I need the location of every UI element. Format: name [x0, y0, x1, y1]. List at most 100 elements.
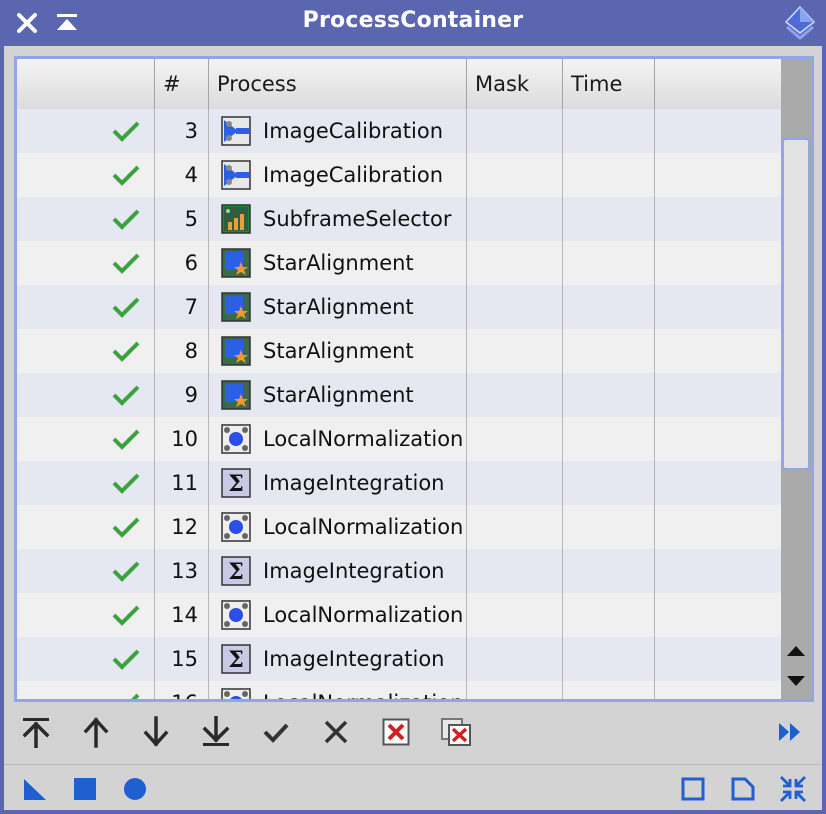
- index-cell: 5: [155, 197, 209, 241]
- time-cell: [563, 637, 655, 681]
- table-row[interactable]: 11 Σ ImageIntegration: [17, 461, 781, 505]
- window-menu-button[interactable]: [782, 4, 818, 44]
- table-row[interactable]: 16 LocalNormalization: [17, 681, 781, 699]
- browse-documentation-button[interactable]: [676, 773, 710, 805]
- process-cell[interactable]: ImageCalibration: [209, 153, 467, 197]
- image-integration-icon: Σ: [221, 644, 251, 674]
- enabled-cell[interactable]: [17, 329, 155, 373]
- subframe-selector-icon: [221, 204, 251, 234]
- column-header-enabled[interactable]: [17, 59, 155, 109]
- process-cell[interactable]: LocalNormalization: [209, 681, 467, 699]
- table-row[interactable]: 12 LocalNormalization: [17, 505, 781, 549]
- check-icon: [112, 209, 140, 230]
- index-cell: 3: [155, 109, 209, 153]
- delete-all-icon: [441, 718, 471, 746]
- enabled-cell[interactable]: [17, 681, 155, 699]
- process-table[interactable]: # Process Mask Time 3 ImageCalibration 4 Im…: [14, 56, 814, 702]
- disable-button[interactable]: [316, 714, 356, 750]
- svg-text:Σ: Σ: [228, 471, 244, 497]
- process-name: ImageIntegration: [263, 559, 445, 583]
- process-name: StarAlignment: [263, 383, 414, 407]
- enabled-cell[interactable]: [17, 549, 155, 593]
- apply-button[interactable]: [118, 773, 152, 805]
- table-row[interactable]: 6 StarAlignment: [17, 241, 781, 285]
- enabled-cell[interactable]: [17, 461, 155, 505]
- reset-icon: [731, 777, 755, 801]
- mask-cell: [467, 637, 563, 681]
- index-cell: 4: [155, 153, 209, 197]
- index-cell: 9: [155, 373, 209, 417]
- process-cell[interactable]: StarAlignment: [209, 241, 467, 285]
- process-cell[interactable]: LocalNormalization: [209, 593, 467, 637]
- table-row[interactable]: 14 LocalNormalization: [17, 593, 781, 637]
- filler-cell: [655, 153, 781, 197]
- process-cell[interactable]: StarAlignment: [209, 285, 467, 329]
- process-name: LocalNormalization: [263, 515, 464, 539]
- filler-cell: [655, 549, 781, 593]
- local-normalization-icon: [221, 688, 251, 699]
- process-cell[interactable]: StarAlignment: [209, 329, 467, 373]
- fast-forward-button[interactable]: [770, 714, 810, 750]
- image-calibration-icon: [221, 160, 251, 190]
- time-cell: [563, 109, 655, 153]
- collapse-button[interactable]: [776, 773, 810, 805]
- process-cell[interactable]: StarAlignment: [209, 373, 467, 417]
- time-cell: [563, 461, 655, 505]
- enabled-cell[interactable]: [17, 241, 155, 285]
- table-row[interactable]: 7 StarAlignment: [17, 285, 781, 329]
- enabled-cell[interactable]: [17, 153, 155, 197]
- check-icon: [112, 253, 140, 274]
- time-cell: [563, 285, 655, 329]
- table-row[interactable]: 15 Σ ImageIntegration: [17, 637, 781, 681]
- mask-cell: [467, 109, 563, 153]
- enabled-cell[interactable]: [17, 285, 155, 329]
- delete-all-button[interactable]: [436, 714, 476, 750]
- column-header-index[interactable]: #: [155, 59, 209, 109]
- table-row[interactable]: 9 StarAlignment: [17, 373, 781, 417]
- scrollbar-thumb[interactable]: [782, 138, 810, 470]
- process-cell[interactable]: LocalNormalization: [209, 505, 467, 549]
- delete-selected-button[interactable]: [376, 714, 416, 750]
- star-alignment-icon: [221, 248, 251, 278]
- process-cell[interactable]: Σ ImageIntegration: [209, 549, 467, 593]
- vertical-scrollbar[interactable]: [781, 59, 811, 699]
- enabled-cell[interactable]: [17, 637, 155, 681]
- table-row[interactable]: 13 Σ ImageIntegration: [17, 549, 781, 593]
- process-cell[interactable]: ImageCalibration: [209, 109, 467, 153]
- process-name: SubframeSelector: [263, 207, 452, 231]
- disable-icon: [324, 720, 348, 744]
- table-row[interactable]: 4 ImageCalibration: [17, 153, 781, 197]
- new-instance-button[interactable]: [18, 773, 52, 805]
- mask-cell: [467, 593, 563, 637]
- enabled-cell[interactable]: [17, 373, 155, 417]
- enabled-cell[interactable]: [17, 417, 155, 461]
- table-row[interactable]: 5 SubframeSelector: [17, 197, 781, 241]
- reset-button[interactable]: [726, 773, 760, 805]
- move-up-button[interactable]: [76, 714, 116, 750]
- delete-selected-icon: [382, 718, 410, 746]
- process-cell[interactable]: LocalNormalization: [209, 417, 467, 461]
- filler-cell: [655, 329, 781, 373]
- table-row[interactable]: 10 LocalNormalization: [17, 417, 781, 461]
- move-down-button[interactable]: [136, 714, 176, 750]
- index-cell: 14: [155, 593, 209, 637]
- enabled-cell[interactable]: [17, 505, 155, 549]
- scroll-down-icon[interactable]: [785, 673, 807, 689]
- enable-button[interactable]: [256, 714, 296, 750]
- table-row[interactable]: 3 ImageCalibration: [17, 109, 781, 153]
- enabled-cell[interactable]: [17, 593, 155, 637]
- scroll-up-icon[interactable]: [785, 643, 807, 659]
- column-header-process[interactable]: Process: [209, 59, 467, 109]
- process-cell[interactable]: Σ ImageIntegration: [209, 637, 467, 681]
- apply-global-button[interactable]: [68, 773, 102, 805]
- column-header-time[interactable]: Time: [563, 59, 655, 109]
- move-to-top-button[interactable]: [16, 714, 56, 750]
- table-row[interactable]: 8 StarAlignment: [17, 329, 781, 373]
- mask-cell: [467, 285, 563, 329]
- enabled-cell[interactable]: [17, 109, 155, 153]
- process-cell[interactable]: Σ ImageIntegration: [209, 461, 467, 505]
- column-header-mask[interactable]: Mask: [467, 59, 563, 109]
- enabled-cell[interactable]: [17, 197, 155, 241]
- process-cell[interactable]: SubframeSelector: [209, 197, 467, 241]
- move-to-bottom-button[interactable]: [196, 714, 236, 750]
